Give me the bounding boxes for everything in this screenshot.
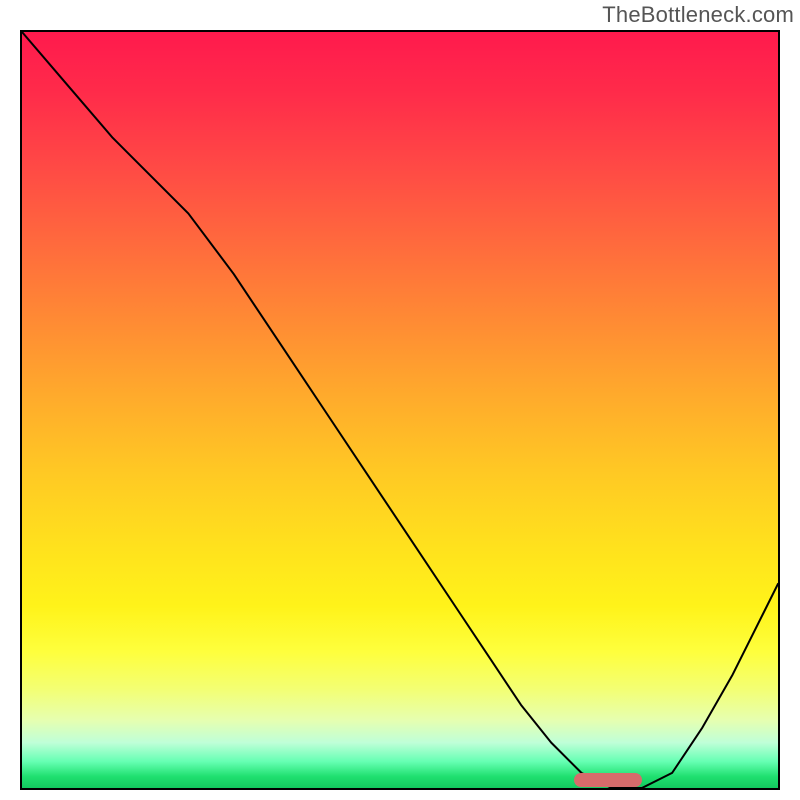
bottleneck-curve (22, 32, 778, 788)
chart-stage: TheBottleneck.com (0, 0, 800, 800)
chart-frame (20, 30, 780, 790)
curve-path (22, 32, 778, 788)
optimal-range-indicator (574, 773, 642, 787)
watermark-label: TheBottleneck.com (602, 2, 794, 28)
